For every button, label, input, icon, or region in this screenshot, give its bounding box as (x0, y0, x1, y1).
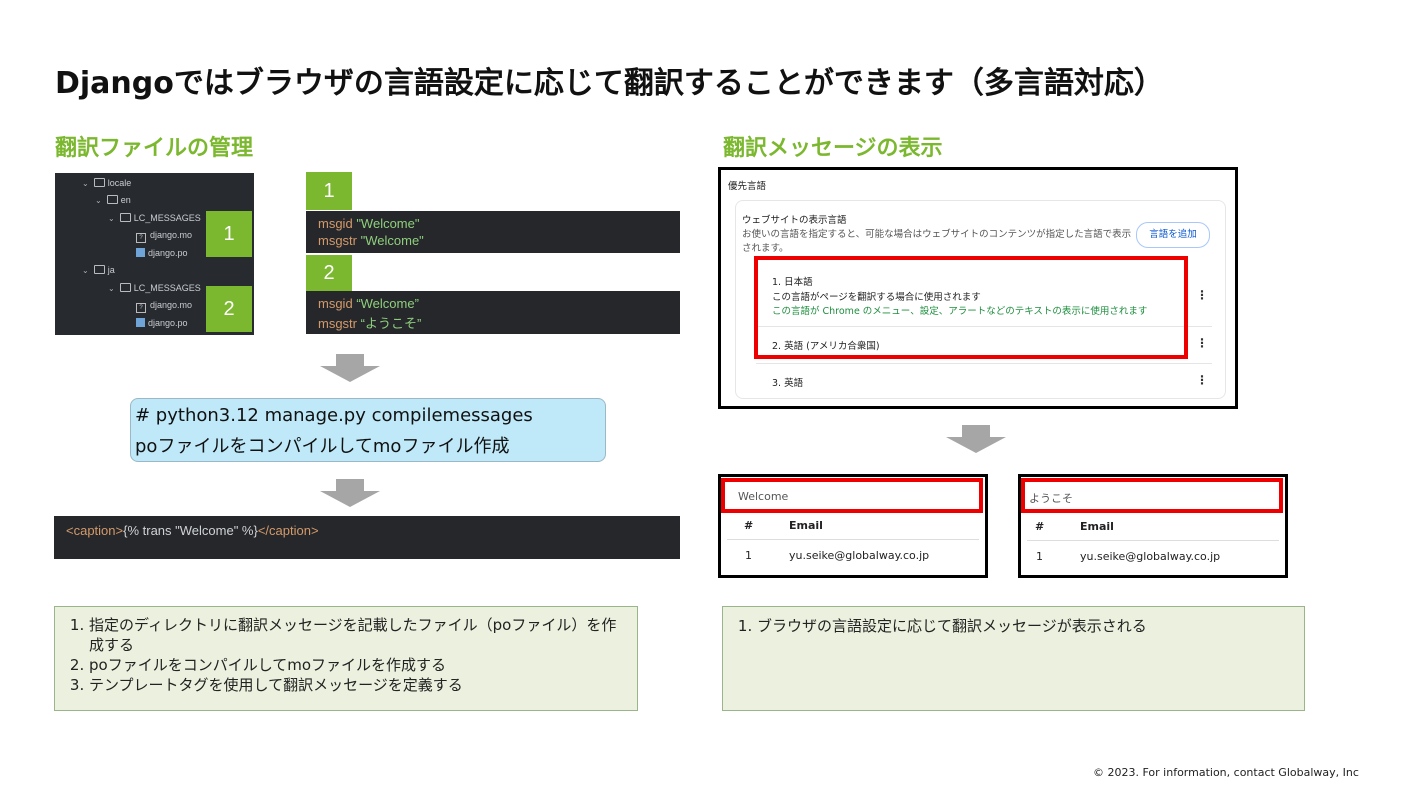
chevron-down-icon: ⌄ (108, 214, 115, 223)
step-badge-1-code: 1 (306, 172, 352, 210)
tree-item-locale[interactable]: ⌄ locale (82, 178, 131, 188)
column-header-email: Email (1080, 520, 1114, 533)
column-header-email: Email (789, 519, 823, 532)
chevron-down-icon: ⌄ (82, 179, 89, 188)
right-steps-note: ブラウザの言語設定に応じて翻訳メッセージが表示される (722, 606, 1305, 711)
command-description: poファイルをコンパイルしてmoファイル作成 (135, 436, 510, 457)
settings-description: お使いの言語を指定すると、可能な場合はウェブサイトのコンテンツが指定した言語で表… (742, 229, 1132, 240)
template-code: <caption>{% trans "Welcome" %}</caption> (54, 516, 680, 559)
chevron-down-icon: ⌄ (108, 284, 115, 293)
tree-item-django-mo[interactable]: ? django.mo (136, 300, 192, 313)
folder-icon (119, 213, 131, 222)
tree-item-django-po[interactable]: django.po (136, 318, 188, 328)
divider (756, 363, 1212, 364)
step-badge-1-tree: 1 (206, 211, 252, 257)
chevron-down-icon: ⌄ (82, 266, 89, 275)
copyright-footer: © 2023. For information, contact Globalw… (1093, 766, 1359, 779)
step-item: ブラウザの言語設定に応じて翻訳メッセージが表示される (757, 616, 1304, 636)
settings-subtitle: ウェブサイトの表示言語 (742, 215, 847, 226)
settings-header: 優先言語 (728, 181, 767, 192)
step-badge-2-tree: 2 (206, 286, 252, 332)
step-item: poファイルをコンパイルしてmoファイルを作成する (89, 655, 637, 675)
po-code-en: msgid "Welcome" msgstr "Welcome" (306, 211, 680, 253)
page-title: Djangoではブラウザの言語設定に応じて翻訳することができます（多言語対応） (55, 66, 1164, 101)
tree-item-django-mo[interactable]: ? django.mo (136, 230, 192, 243)
left-steps-note: 指定のディレクトリに翻訳メッセージを記載したファイル（poファイル）を作成する … (54, 606, 638, 711)
step-item: テンプレートタグを使用して翻訳メッセージを定義する (89, 675, 637, 695)
po-file-icon (136, 318, 145, 327)
binary-file-icon: ? (136, 233, 146, 243)
more-options-icon[interactable]: ⋮ (1196, 336, 1208, 350)
section-heading-translated-display: 翻訳メッセージの表示 (723, 136, 943, 161)
column-header-number: # (1035, 520, 1045, 533)
tree-item-lc-messages[interactable]: ⌄ LC_MESSAGES (108, 213, 201, 223)
tree-item-django-po[interactable]: django.po (136, 248, 188, 258)
divider (727, 539, 979, 540)
down-arrow-icon (320, 354, 380, 382)
down-arrow-icon (946, 425, 1006, 453)
more-options-icon[interactable]: ⋮ (1196, 373, 1208, 387)
command-line: # python3.12 manage.py compilemessages (135, 405, 533, 426)
more-options-icon[interactable]: ⋮ (1196, 288, 1208, 302)
down-arrow-icon (320, 479, 380, 507)
step-item: 指定のディレクトリに翻訳メッセージを記載したファイル（poファイル）を作成する (89, 615, 637, 655)
settings-description: されます。 (742, 243, 789, 254)
row-number: 1 (745, 549, 752, 562)
po-code-ja: msgid “Welcome” msgstr “ようこそ” (306, 291, 680, 334)
binary-file-icon: ? (136, 303, 146, 313)
folder-icon (106, 195, 118, 204)
highlight-caption-ja (1021, 478, 1283, 513)
folder-icon (93, 265, 105, 274)
add-language-button[interactable]: 言語を追加 (1136, 222, 1210, 248)
compile-command-box: # python3.12 manage.py compilemessages p… (130, 398, 606, 462)
language-item-en[interactable]: 3. 英語 (772, 375, 803, 389)
row-email: yu.seike@globalway.co.jp (789, 549, 930, 562)
step-badge-2-code: 2 (306, 255, 352, 291)
divider (1027, 540, 1279, 541)
row-number: 1 (1036, 550, 1043, 563)
highlight-ja-language (754, 256, 1188, 359)
section-heading-translation-files: 翻訳ファイルの管理 (55, 136, 254, 161)
folder-icon (93, 178, 105, 187)
chevron-down-icon: ⌄ (95, 196, 102, 205)
column-header-number: # (744, 519, 754, 532)
tree-item-ja[interactable]: ⌄ ja (82, 265, 115, 275)
folder-icon (119, 283, 131, 292)
po-file-icon (136, 248, 145, 257)
highlight-caption-en (721, 478, 983, 513)
tree-item-en[interactable]: ⌄ en (95, 195, 131, 205)
row-email: yu.seike@globalway.co.jp (1080, 550, 1221, 563)
tree-item-lc-messages[interactable]: ⌄ LC_MESSAGES (108, 283, 201, 293)
